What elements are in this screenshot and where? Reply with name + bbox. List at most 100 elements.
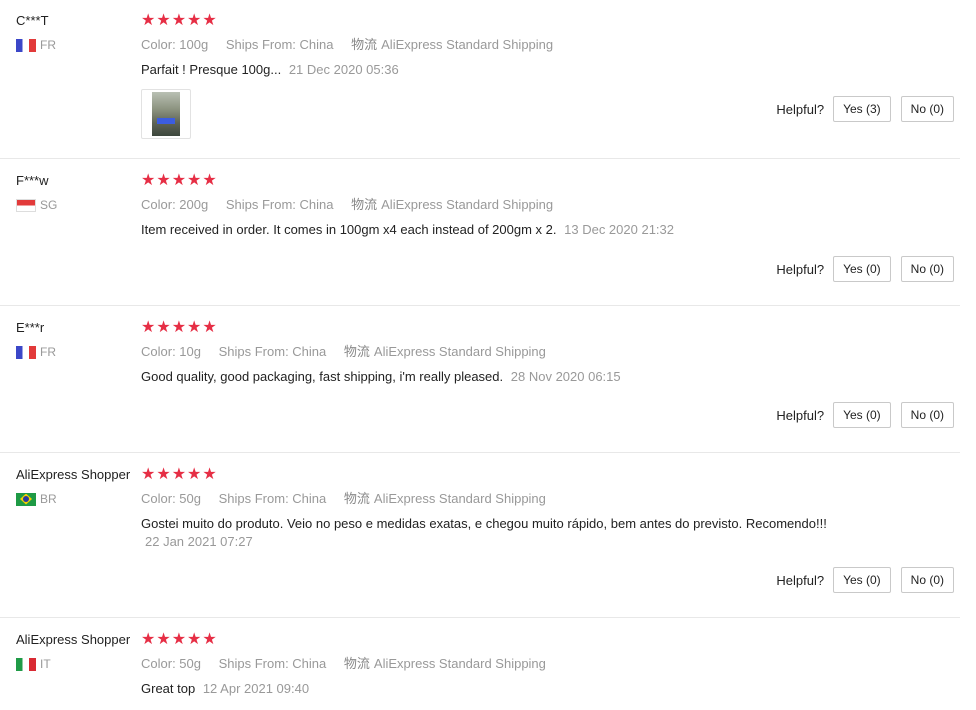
helpful-vote: Helpful? Yes (0) No (0) [776, 567, 954, 593]
review-date: 12 Apr 2021 09:40 [202, 681, 310, 696]
reviewer-info: F***w SG [16, 172, 57, 212]
star-icon: ★ [187, 319, 202, 336]
review-item: AliExpress Shopper BR ★ ★ ★ ★ ★ Color: 50g S… [0, 453, 960, 618]
review-content: ★ ★ ★ ★ ★ Color: 50g Ships From: China 物流 Ali… [141, 631, 941, 698]
star-icon: ★ [171, 319, 187, 336]
star-icon: ★ [141, 466, 156, 483]
star-rating: ★ ★ ★ ★ ★ [141, 172, 941, 190]
helpful-vote: Helpful? Yes (0) No (0) [776, 256, 954, 282]
reviewer-country: FR [16, 345, 56, 359]
logistics-label: 物流 [343, 344, 370, 359]
ships-from: Ships From: China [218, 491, 327, 506]
review-content: ★ ★ ★ ★ ★ Color: 50g Ships From: China 物流 Ali… [141, 466, 941, 551]
reviewer-country: SG [16, 198, 57, 212]
review-meta: Color: 200g Ships From: China 物流 AliExpre… [141, 196, 941, 214]
review-content: ★ ★ ★ ★ ★ Color: 200g Ships From: China 物流 Al… [141, 172, 941, 239]
star-icon: ★ [171, 466, 187, 483]
star-rating: ★ ★ ★ ★ ★ [141, 12, 941, 30]
reviewer-info: C***T FR [16, 12, 56, 52]
helpful-no-button[interactable]: No (0) [900, 96, 954, 122]
country-code: FR [40, 38, 56, 52]
country-code: IT [40, 657, 51, 671]
helpful-no-button[interactable]: No (0) [900, 256, 954, 282]
review-body: Gostei muito do produto. Veio no peso e … [141, 516, 827, 531]
ships-from: Ships From: China [225, 197, 334, 212]
helpful-yes-button[interactable]: Yes (0) [833, 402, 891, 428]
reviewer-info: E***r FR [16, 319, 56, 359]
star-icon: ★ [187, 466, 202, 483]
helpful-vote: Helpful? Yes (0) No (0) [776, 402, 954, 428]
reviewer-country: IT [16, 657, 130, 671]
star-rating: ★ ★ ★ ★ ★ [141, 466, 941, 484]
star-rating: ★ ★ ★ ★ ★ [141, 319, 941, 337]
star-icon: ★ [156, 172, 171, 189]
review-text: Item received in order. It comes in 100g… [141, 221, 941, 239]
star-icon: ★ [202, 172, 217, 189]
reviewer-name: E***r [16, 320, 45, 335]
shipping-method: AliExpress Standard Shipping [373, 491, 546, 506]
star-icon: ★ [141, 172, 156, 189]
star-icon: ★ [171, 172, 187, 189]
review-content: ★ ★ ★ ★ ★ Color: 10g Ships From: China 物流 Ali… [141, 319, 941, 386]
star-icon: ★ [171, 631, 187, 648]
logistics-label: 物流 [343, 491, 370, 506]
it-flag-icon [16, 657, 36, 671]
reviewer-name: AliExpress Shopper [16, 467, 131, 482]
review-date: 13 Dec 2020 21:32 [564, 222, 674, 237]
review-meta: Color: 100g Ships From: China 物流 AliExpre… [141, 36, 941, 54]
helpful-yes-button[interactable]: Yes (3) [833, 96, 891, 122]
review-meta: Color: 50g Ships From: China 物流 AliExpres… [141, 490, 941, 508]
star-icon: ★ [156, 319, 171, 336]
ships-from: Ships From: China [225, 37, 334, 52]
star-icon: ★ [156, 12, 171, 29]
star-icon: ★ [171, 12, 187, 29]
helpful-label: Helpful? [776, 261, 825, 277]
star-icon: ★ [202, 319, 217, 336]
helpful-no-button[interactable]: No (0) [900, 567, 954, 593]
review-body: Item received in order. It comes in 100g… [141, 222, 557, 237]
star-icon: ★ [141, 319, 156, 336]
shipping-method: AliExpress Standard Shipping [381, 197, 554, 212]
logistics-label: 物流 [351, 37, 378, 52]
fr-flag-icon [16, 38, 36, 52]
color-attribute: Color: 50g [141, 656, 201, 671]
review-meta: Color: 50g Ships From: China 物流 AliExpres… [141, 655, 941, 673]
reviewer-country: BR [16, 492, 130, 506]
helpful-yes-button[interactable]: Yes (0) [833, 256, 891, 282]
star-icon: ★ [187, 172, 202, 189]
review-body: Great top [141, 681, 196, 696]
helpful-no-button[interactable]: No (0) [900, 402, 954, 428]
color-attribute: Color: 10g [141, 344, 201, 359]
country-code: BR [40, 492, 57, 506]
star-icon: ★ [141, 631, 156, 648]
reviewer-info: AliExpress Shopper IT [16, 631, 130, 671]
review-date: 21 Dec 2020 05:36 [288, 62, 399, 77]
review-item: AliExpress Shopper IT ★ ★ ★ ★ ★ Color: 50g S… [0, 618, 960, 710]
helpful-label: Helpful? [776, 407, 825, 423]
review-date: 28 Nov 2020 06:15 [510, 369, 621, 384]
review-text: Parfait ! Presque 100g... 21 Dec 2020 05… [141, 61, 941, 79]
reviewer-info: AliExpress Shopper BR [16, 466, 130, 506]
review-item: C***T FR ★ ★ ★ ★ ★ Color: 100g Ships From: C… [0, 0, 960, 159]
logistics-label: 物流 [351, 197, 378, 212]
reviewer-country: FR [16, 38, 56, 52]
helpful-label: Helpful? [776, 101, 825, 117]
helpful-vote: Helpful? Yes (3) No (0) [776, 96, 954, 122]
helpful-yes-button[interactable]: Yes (0) [833, 567, 891, 593]
shipping-method: AliExpress Standard Shipping [381, 37, 554, 52]
review-text: Good quality, good packaging, fast shipp… [141, 368, 941, 386]
scale-photo-image [152, 92, 180, 136]
logistics-label: 物流 [343, 656, 370, 671]
fr-flag-icon [16, 345, 36, 359]
shipping-method: AliExpress Standard Shipping [373, 344, 546, 359]
star-icon: ★ [156, 466, 171, 483]
review-photo-thumbnail[interactable] [141, 89, 191, 139]
color-attribute: Color: 100g [141, 37, 209, 52]
star-icon: ★ [202, 466, 217, 483]
review-text: Gostei muito do produto. Veio no peso e … [141, 515, 941, 551]
color-attribute: Color: 200g [141, 197, 209, 212]
star-icon: ★ [141, 12, 156, 29]
star-icon: ★ [202, 12, 217, 29]
star-icon: ★ [187, 12, 202, 29]
country-code: SG [40, 198, 58, 212]
